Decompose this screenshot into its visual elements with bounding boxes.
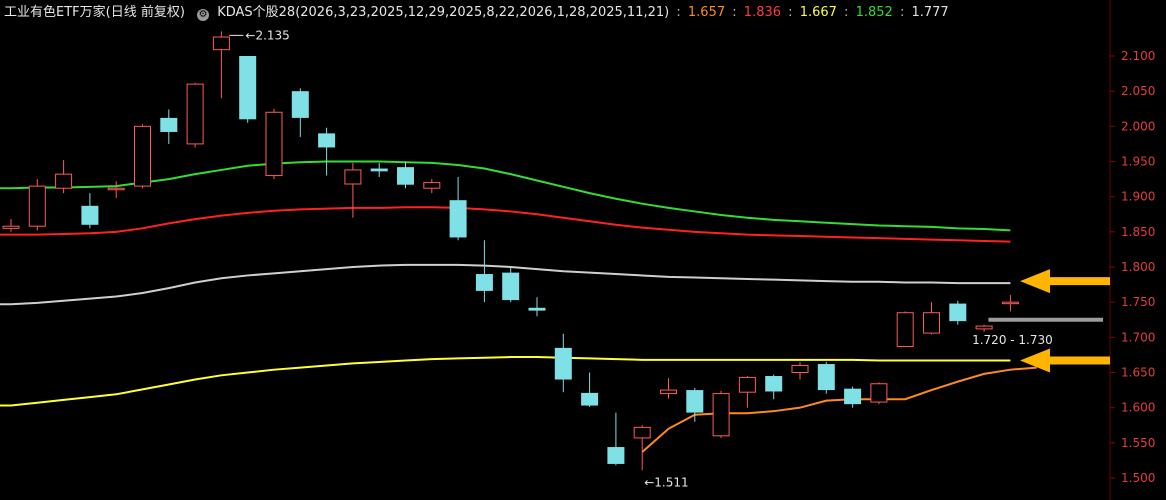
y-tick-label: 1.750 xyxy=(1121,295,1155,309)
yellow-arrow-1 xyxy=(1020,269,1110,294)
candle-body xyxy=(660,389,677,395)
high-price-label: ←2.135 xyxy=(245,28,289,42)
candle-body xyxy=(633,426,651,439)
candle-body xyxy=(791,364,809,374)
candle-body xyxy=(870,383,888,403)
y-tick-label: 2.100 xyxy=(1121,49,1155,63)
candle-body xyxy=(923,312,940,334)
y-tick-label: 2.050 xyxy=(1121,84,1155,98)
indicator-line-1 xyxy=(0,160,1011,232)
y-tick-label: 1.700 xyxy=(1121,330,1155,344)
yellow-arrow-2 xyxy=(1020,348,1110,373)
candle-body xyxy=(344,169,362,185)
candle-body xyxy=(134,125,151,187)
candle-body xyxy=(370,168,388,172)
candle-body xyxy=(844,388,862,405)
candle-body xyxy=(502,272,520,301)
candle-body xyxy=(2,225,20,229)
y-tick-label: 1.600 xyxy=(1121,401,1155,415)
y-tick-label: 2.000 xyxy=(1121,119,1155,133)
y-tick-label: 1.650 xyxy=(1121,366,1155,380)
candle-body xyxy=(160,117,178,132)
y-tick-label: 1.950 xyxy=(1121,155,1155,169)
low-price-label: ←1.511 xyxy=(644,475,688,489)
candle-body xyxy=(581,392,599,406)
candle-body xyxy=(554,347,572,380)
candle-body xyxy=(817,364,835,391)
candlestick-chart[interactable]: 1.500 1.550 1.600 1.650 1.700 1.750 1.800 1.850… xyxy=(0,0,1166,500)
y-tick-label: 1.850 xyxy=(1121,225,1155,239)
candle-body xyxy=(265,111,283,177)
y-tick-label: 1.500 xyxy=(1121,471,1155,485)
candle-body xyxy=(81,205,99,225)
candle-body xyxy=(949,303,967,322)
candle-body xyxy=(475,274,493,291)
candle-body xyxy=(107,187,125,191)
candle-body xyxy=(896,312,914,347)
candle-body xyxy=(712,393,730,437)
candle-body xyxy=(1001,301,1019,305)
candle-body xyxy=(528,307,546,311)
candle-body xyxy=(239,56,257,120)
y-tick-label: 1.900 xyxy=(1121,190,1155,204)
candle-body xyxy=(28,185,46,227)
range-label: 1.720 - 1.730 xyxy=(972,333,1053,347)
candle-body xyxy=(686,390,704,413)
candle-body xyxy=(186,83,204,145)
candle-body xyxy=(318,133,336,148)
candle-body xyxy=(423,182,441,189)
candle-body xyxy=(449,200,467,238)
candle-body xyxy=(765,376,783,392)
candle-body xyxy=(212,36,230,51)
candle-body xyxy=(291,91,309,118)
candle-body xyxy=(738,376,756,393)
candle-body xyxy=(55,173,73,189)
candle-body xyxy=(397,167,414,185)
candle-body xyxy=(607,447,625,464)
y-tick-label: 1.800 xyxy=(1121,260,1155,274)
candle-body xyxy=(975,325,993,330)
y-tick-label: 1.550 xyxy=(1121,436,1155,450)
